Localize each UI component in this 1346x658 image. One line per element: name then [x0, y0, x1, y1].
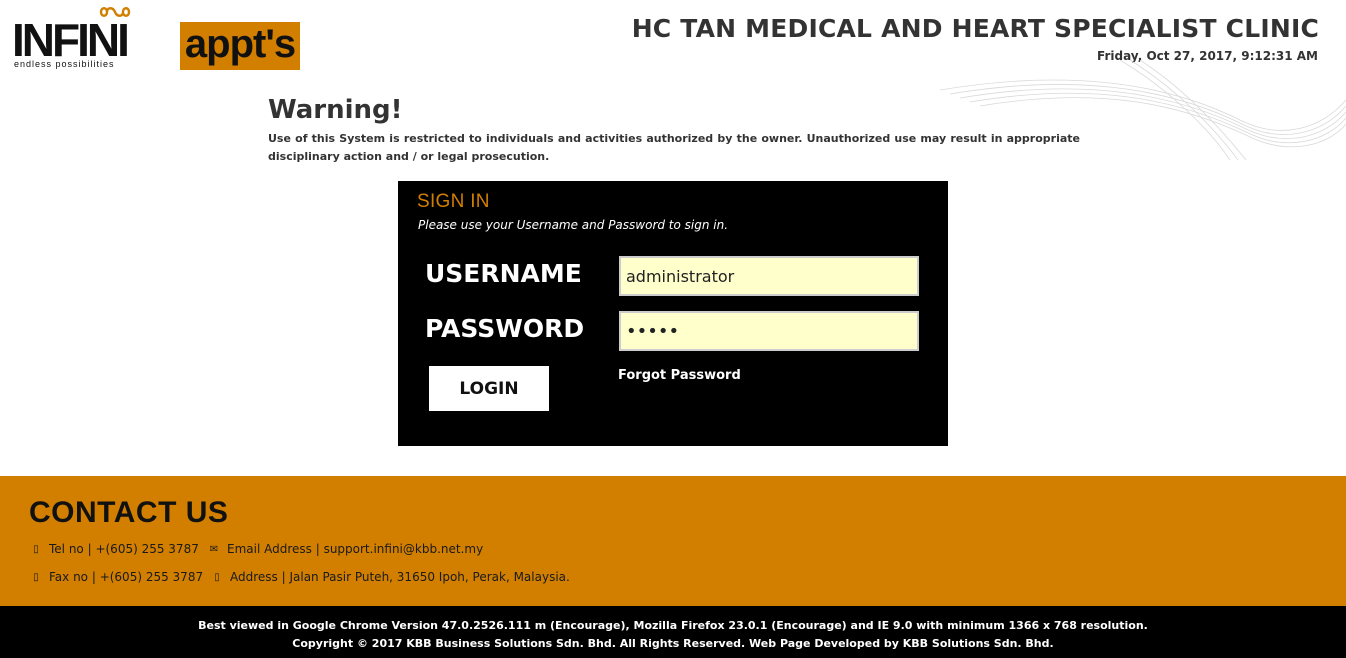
- warning-message: Use of this System is restricted to indi…: [268, 132, 1080, 163]
- contact-tel: ▯ Tel no | +(605) 255 3787: [31, 542, 199, 556]
- warning-title: Warning!: [268, 95, 403, 125]
- footer-bar: Best viewed in Google Chrome Version 47.…: [0, 606, 1346, 658]
- contact-address: ▯ Address | Jalan Pasir Puteh, 31650 Ipo…: [212, 570, 570, 584]
- password-input[interactable]: [619, 311, 919, 351]
- username-label: USERNAME: [425, 259, 582, 288]
- forgot-password-link[interactable]: Forgot Password: [618, 368, 741, 383]
- logo-infini-text: INFINI: [12, 14, 130, 66]
- warning-section: Warning! Use of this System is restricte…: [268, 94, 1080, 165]
- contact-tel-text: Tel no | +(605) 255 3787: [49, 542, 199, 556]
- map-marker-icon: ▯: [214, 571, 220, 583]
- signin-subtitle: Please use your Username and Password to…: [418, 218, 729, 232]
- phone-icon: ▯: [33, 543, 39, 555]
- contact-fax: ▯ Fax no | +(605) 255 3787: [31, 570, 203, 584]
- envelope-icon: ✉: [209, 543, 219, 555]
- footer-browser-note: Best viewed in Google Chrome Version 47.…: [198, 619, 1148, 632]
- infini-appts-logo[interactable]: INFINI endless possibilities appt's: [12, 4, 302, 70]
- fax-icon: ▯: [33, 571, 39, 583]
- logo-appts-text: appt's: [180, 22, 300, 70]
- username-input[interactable]: [619, 256, 919, 296]
- login-button[interactable]: LOGIN: [429, 366, 549, 411]
- password-label: PASSWORD: [425, 314, 585, 343]
- contact-email: ✉ Email Address | support.infini@kbb.net…: [209, 542, 483, 556]
- signin-panel: SIGN IN Please use your Username and Pas…: [398, 181, 948, 446]
- contact-title: CONTACT US: [29, 496, 229, 529]
- logo-tagline: endless possibilities: [14, 59, 115, 69]
- contact-email-text: Email Address | support.infini@kbb.net.m…: [227, 542, 484, 556]
- contact-address-text: Address | Jalan Pasir Puteh, 31650 Ipoh,…: [230, 570, 570, 584]
- clinic-name: HC TAN MEDICAL AND HEART SPECIALIST CLIN…: [631, 14, 1319, 43]
- contact-fax-text: Fax no | +(605) 255 3787: [49, 570, 204, 584]
- contact-section: CONTACT US ▯ Tel no | +(605) 255 3787 ✉ …: [0, 476, 1346, 606]
- signin-title: SIGN IN: [417, 191, 490, 212]
- footer-copyright: Copyright © 2017 KBB Business Solutions …: [292, 637, 1054, 650]
